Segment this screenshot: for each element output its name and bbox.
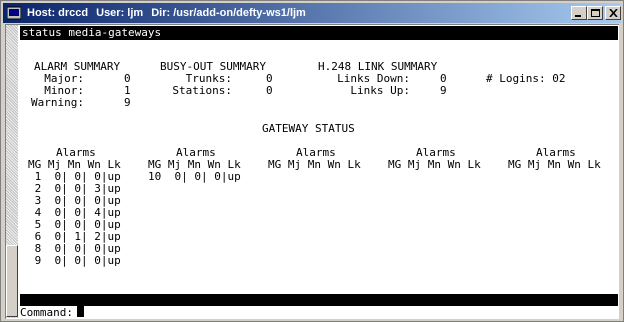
command-prompt: Command: [20,306,73,319]
vertical-scrollbar[interactable] [6,25,18,318]
gateway-status-heading: GATEWAY STATUS [262,122,355,135]
window-title: Host: drccd User: ljm Dir: /usr/add-on/def… [27,5,306,21]
column-header-col5: MG Mj Mn Wn Lk [508,158,601,171]
minimize-button[interactable] [571,6,587,20]
title-bar[interactable]: Host: drccd User: ljm Dir: /usr/add-on/def… [3,3,621,23]
column-header-col4: MG Mj Mn Wn Lk [388,158,481,171]
warning-value: 9 [124,96,131,109]
close-icon [609,9,618,17]
column-header-col3: MG Mj Mn Wn Lk [268,158,361,171]
scrollbar-thumb[interactable] [6,245,18,317]
title-host: Host: drccd [27,7,89,19]
terminal-window: Host: drccd User: ljm Dir: /usr/add-on/def… [0,0,624,322]
gateway-row: 10 0| 0| 0|up [148,170,241,183]
command-input-line[interactable]: Command: [20,306,618,319]
links-up-label: Links Up: [350,84,410,97]
maximize-icon [591,9,600,17]
executed-command: status media-gateways [20,26,618,40]
links-up-value: 9 [440,84,447,97]
minimize-icon [575,15,581,17]
status-separator-bar [20,294,618,306]
terminal-screen: ALARM SUMMARY Major: 0 Minor: 1 Warning:… [20,40,618,294]
terminal-app-icon [7,6,21,20]
close-button[interactable] [605,6,621,20]
gateway-row: 9 0| 0| 0|up [28,254,121,267]
text-cursor [76,306,84,317]
title-dir: Dir: /usr/add-on/defty-ws1/ljm [151,7,306,19]
stations-label: Stations: [172,84,232,97]
warning-label: Warning: [31,96,84,109]
terminal-client-area: status media-gateways ALARM SUMMARY Majo… [5,24,619,319]
title-user: User: ljm [96,7,144,19]
maximize-button[interactable] [587,6,603,20]
logins-count: # Logins: 02 [486,72,566,85]
stations-value: 0 [266,84,273,97]
